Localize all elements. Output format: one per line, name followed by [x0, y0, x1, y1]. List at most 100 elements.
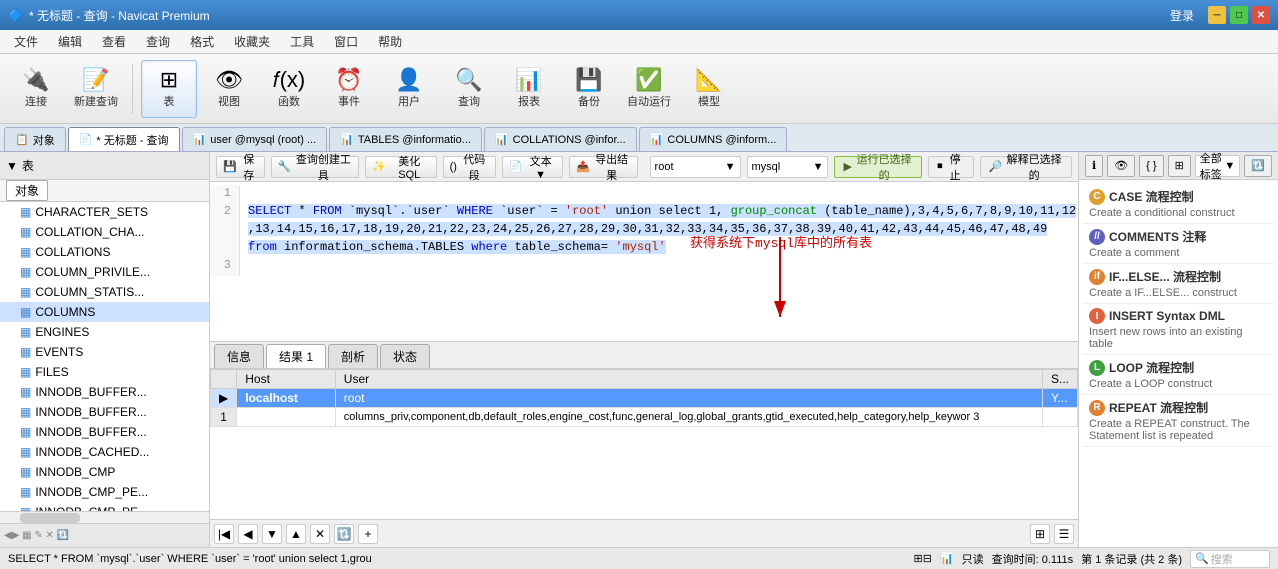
run-selected-button[interactable]: ▶ 运行已选择的	[834, 156, 922, 178]
menu-format[interactable]: 格式	[180, 31, 224, 52]
auto-run-button[interactable]: ✅ 自动运行	[621, 60, 677, 118]
code-snippet-button[interactable]: () 代码段	[443, 156, 496, 178]
grid-view-button[interactable]: ⊞	[1030, 524, 1050, 544]
result-tab-result1[interactable]: 结果 1	[266, 344, 326, 368]
snippet-loop[interactable]: L LOOP 流程控制 Create a LOOP construct	[1083, 355, 1274, 395]
sidebar-item-label: FILES	[35, 365, 68, 379]
comments-icon: //	[1089, 229, 1105, 245]
event-button[interactable]: ⏰ 事件	[321, 60, 377, 118]
nav-prev-button[interactable]: ◀	[238, 524, 258, 544]
text-button[interactable]: 📄 文本 ▼	[502, 156, 563, 178]
sidebar-item-innodb-cmp-pe-1[interactable]: ▦ INNODB_CMP_PE...	[0, 482, 209, 502]
result-tab-info[interactable]: 信息	[214, 344, 264, 368]
sidebar-item-label: ENGINES	[35, 325, 89, 339]
sidebar-item-columns[interactable]: ▦ COLUMNS	[0, 302, 209, 322]
snippet-comments[interactable]: // COMMENTS 注释 Create a comment	[1083, 224, 1274, 264]
login-label[interactable]: 登录	[1170, 7, 1194, 24]
add-row-button[interactable]: +	[358, 524, 378, 544]
user-button[interactable]: 👤 用户	[381, 60, 437, 118]
connection-select[interactable]: root ▼	[650, 156, 741, 178]
model-button[interactable]: 📐 模型	[681, 60, 737, 118]
result-tab-profiling[interactable]: 剖析	[328, 344, 378, 368]
backup-button[interactable]: 💾 备份	[561, 60, 617, 118]
new-query-button[interactable]: 📝 新建查询	[68, 60, 124, 118]
minimize-button[interactable]: ─	[1208, 6, 1226, 24]
snippet-insert[interactable]: I INSERT Syntax DML Insert new rows into…	[1083, 304, 1274, 355]
stop-button[interactable]: ⏹ 停止	[928, 156, 973, 178]
refresh-button[interactable]: 🔃	[334, 524, 354, 544]
sidebar-item-innodb-cached[interactable]: ▦ INNODB_CACHED...	[0, 442, 209, 462]
sidebar-tab-object[interactable]: 对象	[6, 180, 48, 201]
table-button[interactable]: ⊞ 表	[141, 60, 197, 118]
menu-query[interactable]: 查询	[136, 31, 180, 52]
status-view-icons[interactable]: ⊞⊟	[914, 552, 932, 565]
sidebar-item-files[interactable]: ▦ FILES	[0, 362, 209, 382]
table-row[interactable]: 1 columns_priv,component,db,default_role…	[211, 407, 1078, 426]
explain-button[interactable]: 🔎 解释已选择的	[980, 156, 1072, 178]
code-tab-button[interactable]: { }	[1139, 155, 1163, 177]
sidebar-item-collations[interactable]: ▦ COLLATIONS	[0, 242, 209, 262]
sidebar-item-events[interactable]: ▦ EVENTS	[0, 342, 209, 362]
status-search-box[interactable]: 🔍 搜索	[1190, 550, 1270, 568]
menu-window[interactable]: 窗口	[324, 31, 368, 52]
snippet-repeat[interactable]: R REPEAT 流程控制 Create a REPEAT construct.…	[1083, 395, 1274, 447]
tab-user[interactable]: 📊 user @mysql (root) ...	[182, 127, 328, 151]
table-row[interactable]: ▶ localhost root Y...	[211, 388, 1078, 407]
snippet-ifelse[interactable]: if IF...ELSE... 流程控制 Create a IF...ELSE.…	[1083, 264, 1274, 304]
sidebar-item-column-privile[interactable]: ▦ COLUMN_PRIVILE...	[0, 262, 209, 282]
explain-icon: 🔎	[989, 160, 1003, 173]
tab-query[interactable]: 📄 * 无标题 - 查询	[68, 127, 180, 151]
menu-file[interactable]: 文件	[4, 31, 48, 52]
snippet-category-select[interactable]: 全部标签 ▼	[1195, 155, 1241, 177]
menu-help[interactable]: 帮助	[368, 31, 412, 52]
tab-columns[interactable]: 📊 COLUMNS @inform...	[639, 127, 788, 151]
menu-edit[interactable]: 编辑	[48, 31, 92, 52]
menu-view[interactable]: 查看	[92, 31, 136, 52]
delete-row-button[interactable]: ✕	[310, 524, 330, 544]
query-builder-button[interactable]: 🔧 查询创建工具	[271, 156, 359, 178]
query-button[interactable]: 🔍 查询	[441, 60, 497, 118]
sidebar-item-innodb-buffer-3[interactable]: ▦ INNODB_BUFFER...	[0, 422, 209, 442]
code-editor[interactable]: 1 2 SELECT * FROM `mysql`.`user` WHERE `…	[210, 182, 1078, 341]
event-label: 事件	[338, 93, 360, 109]
snippet-ifelse-title: if IF...ELSE... 流程控制	[1089, 268, 1268, 285]
info-tab-button[interactable]: ℹ	[1085, 155, 1103, 177]
sidebar-item-character-sets[interactable]: ▦ CHARACTER_SETS	[0, 202, 209, 222]
sidebar-item-innodb-buffer-2[interactable]: ▦ INNODB_BUFFER...	[0, 402, 209, 422]
tab-collations[interactable]: 📊 COLLATIONS @infor...	[484, 127, 637, 151]
sidebar-scrollbar-h[interactable]	[0, 511, 209, 523]
connect-button[interactable]: 🔌 连接	[8, 60, 64, 118]
nav-first-button[interactable]: |◀	[214, 524, 234, 544]
sidebar-item-innodb-buffer-1[interactable]: ▦ INNODB_BUFFER...	[0, 382, 209, 402]
maximize-button[interactable]: □	[1230, 6, 1248, 24]
sql-highlighted-block: SELECT * FROM `mysql`.`user` WHERE `user…	[248, 204, 1076, 218]
result-tab-status[interactable]: 状态	[380, 344, 430, 368]
beautify-button[interactable]: ✨ 美化 SQL	[365, 156, 436, 178]
close-button[interactable]: ✕	[1252, 6, 1270, 24]
tab-tables[interactable]: 📊 TABLES @informatio...	[329, 127, 482, 151]
tab-object[interactable]: 📋 对象	[4, 127, 66, 151]
run-label: 运行已选择的	[855, 152, 913, 183]
list-view-button[interactable]: ☰	[1054, 524, 1074, 544]
table-icon: ⊞	[160, 69, 178, 91]
function-button[interactable]: 𝑓(x) 函数	[261, 60, 317, 118]
sidebar-item-collation-cha[interactable]: ▦ COLLATION_CHA...	[0, 222, 209, 242]
nav-up-button[interactable]: ▲	[286, 524, 306, 544]
sidebar-item-innodb-cmp-pe-2[interactable]: ▦ INNODB_CMP_PE...	[0, 502, 209, 511]
sidebar-item-column-statis[interactable]: ▦ COLUMN_STATIS...	[0, 282, 209, 302]
refresh-snippets-button[interactable]: 🔃	[1244, 155, 1272, 177]
report-button[interactable]: 📊 报表	[501, 60, 557, 118]
menu-tools[interactable]: 工具	[280, 31, 324, 52]
database-select[interactable]: mysql ▼	[747, 156, 829, 178]
sidebar-item-engines[interactable]: ▦ ENGINES	[0, 322, 209, 342]
nav-down-button[interactable]: ▼	[262, 524, 282, 544]
sidebar-item-innodb-cmp[interactable]: ▦ INNODB_CMP	[0, 462, 209, 482]
snippet-case[interactable]: C CASE 流程控制 Create a conditional constru…	[1083, 184, 1274, 224]
row-indicator-1: ▶	[211, 388, 237, 407]
save-button[interactable]: 💾 保存	[216, 156, 265, 178]
grid-tab-button[interactable]: ⊞	[1168, 155, 1191, 177]
export-button[interactable]: 📤 导出结果	[569, 156, 638, 178]
eye-tab-button[interactable]: 👁	[1107, 155, 1135, 177]
menu-favorites[interactable]: 收藏夹	[224, 31, 280, 52]
view-button[interactable]: 👁 视图	[201, 60, 257, 118]
